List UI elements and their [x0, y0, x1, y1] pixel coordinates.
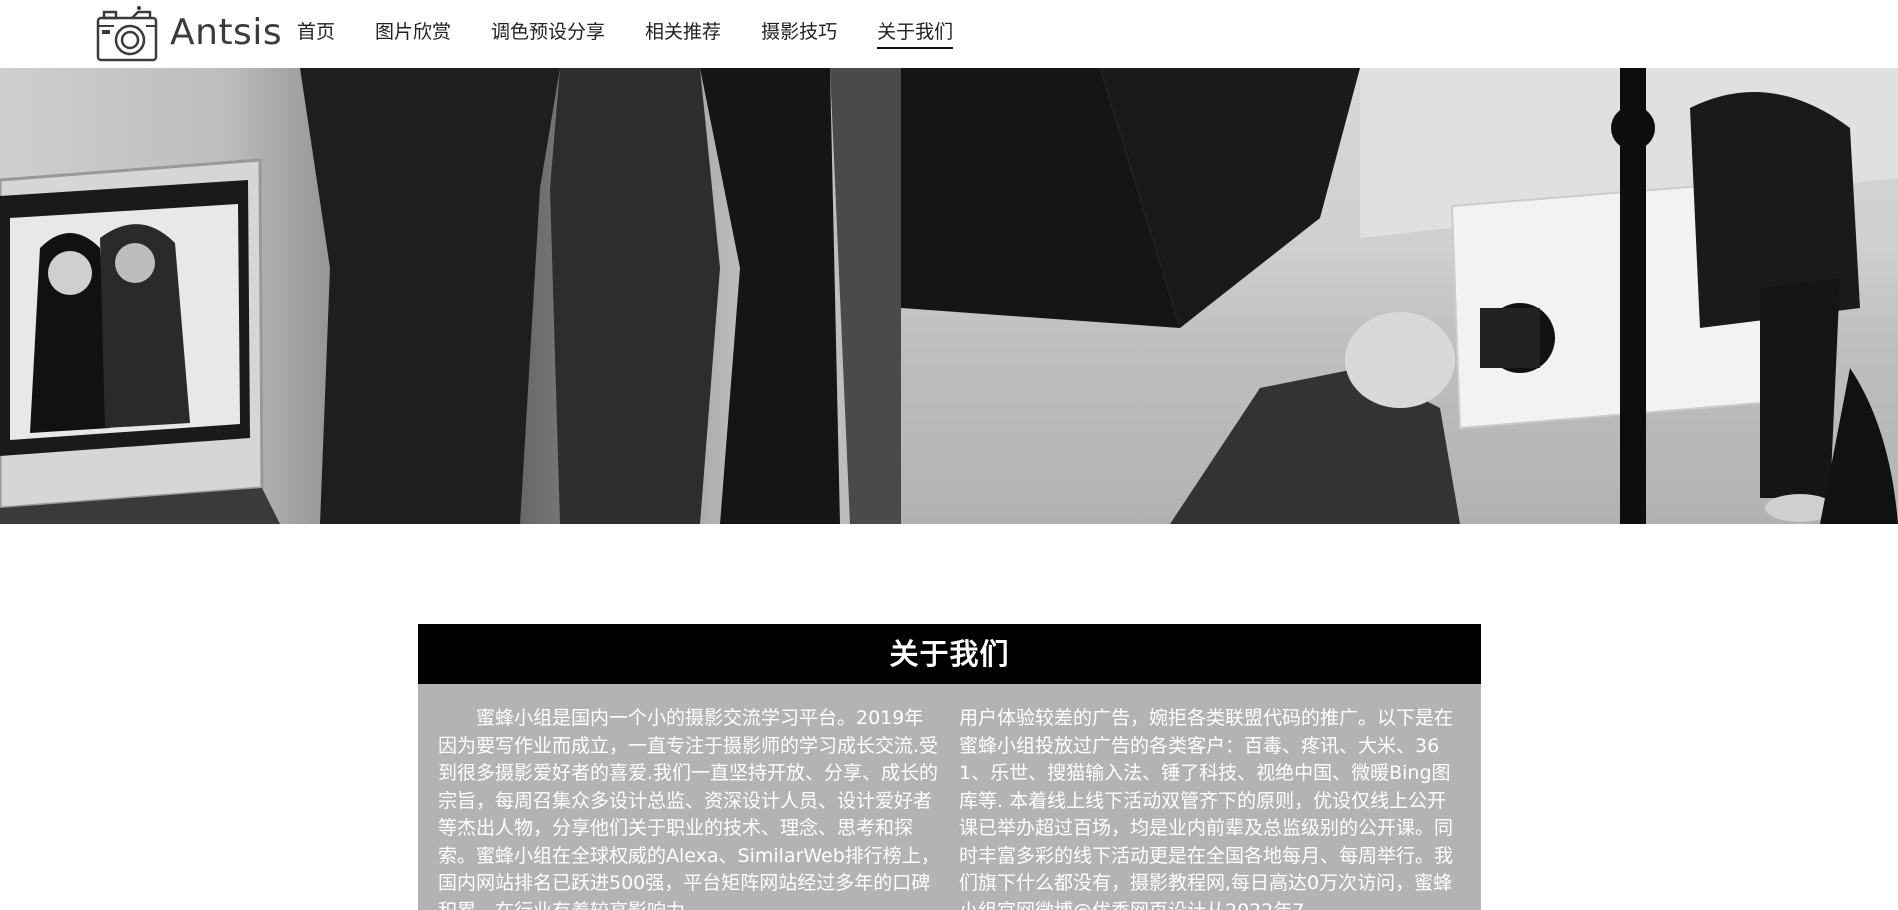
about-section: 关于我们 蜜蜂小组是国内一个小的摄影交流学习平台。2019年因为要写作业而成立，… — [418, 624, 1481, 910]
nav-gallery[interactable]: 图片欣赏 — [375, 20, 451, 49]
nav-presets[interactable]: 调色预设分享 — [491, 20, 605, 49]
about-text-left: 蜜蜂小组是国内一个小的摄影交流学习平台。2019年因为要写作业而成立，一直专注于… — [438, 705, 940, 910]
hero-banner — [0, 68, 1898, 524]
site-logo[interactable]: Antsis — [96, 4, 282, 62]
nav-home[interactable]: 首页 — [297, 20, 335, 49]
site-header: Antsis 首页 图片欣赏 调色预设分享 相关推荐 摄影技巧 关于我们 — [0, 0, 1898, 68]
about-paragraph-right: 用户体验较差的广告，婉拒各类联盟代码的推广。以下是在蜜蜂小组投放过广告的各类客户… — [959, 707, 1454, 910]
hero-illustration — [0, 68, 1898, 524]
nav-recommend[interactable]: 相关推荐 — [645, 20, 721, 49]
about-paragraph-left: 蜜蜂小组是国内一个小的摄影交流学习平台。2019年因为要写作业而成立，一直专注于… — [438, 707, 940, 910]
about-text-right: 用户体验较差的广告，婉拒各类联盟代码的推广。以下是在蜜蜂小组投放过广告的各类客户… — [959, 705, 1461, 910]
about-body: 蜜蜂小组是国内一个小的摄影交流学习平台。2019年因为要写作业而成立，一直专注于… — [418, 684, 1481, 910]
about-title: 关于我们 — [418, 624, 1481, 684]
camera-icon — [96, 6, 158, 62]
logo-text: Antsis — [170, 12, 283, 53]
main-nav: 首页 图片欣赏 调色预设分享 相关推荐 摄影技巧 关于我们 — [297, 20, 993, 49]
nav-tips[interactable]: 摄影技巧 — [761, 20, 837, 49]
nav-about[interactable]: 关于我们 — [877, 20, 954, 49]
